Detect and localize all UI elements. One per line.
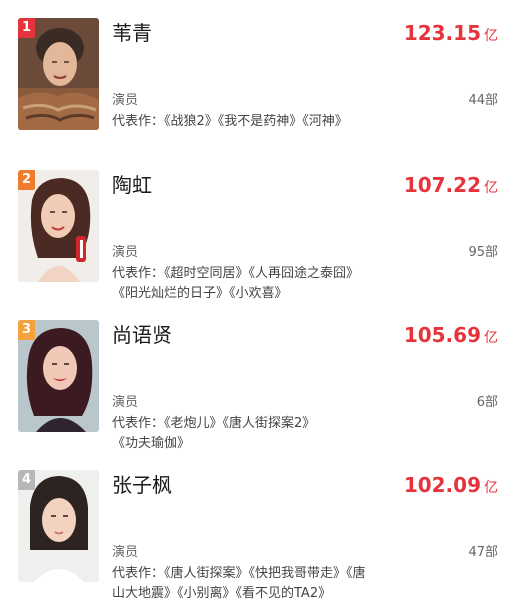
film-count: 95部 [468,245,498,260]
actor-role: 演员 [112,93,139,108]
box-office-unit: 亿 [484,28,498,44]
film-count: 47部 [468,545,498,560]
ranking-item[interactable]: 4 张子枫 102.09 亿 演员 47部 代表作：《唐人街探案》《快把我哥带走》… [0,452,516,601]
actor-name[interactable]: 尚语贤 [112,322,172,348]
box-office-unit: 亿 [484,480,498,496]
representative-works: 代表作：《战狼2》《我不是药神》《河神》 [112,114,348,129]
rank-badge: 1 [18,18,35,38]
rank-badge: 3 [18,320,35,340]
actor-name[interactable]: 张子枫 [112,472,172,498]
representative-works: 代表作：《唐人街探案》《快把我哥带走》《唐 山大地震》《小别离》《看不见的TA2… [112,566,366,601]
box-office-unit: 亿 [484,330,498,346]
actor-photo[interactable]: 2 [18,170,99,282]
box-office-value: 102.09 [403,473,481,497]
actor-role: 演员 [112,545,139,560]
box-office-value: 123.15 [403,21,481,45]
representative-works: 代表作：《老炮儿》《唐人街探案2》 《功夫瑜伽》 [112,416,316,451]
rank-badge: 2 [18,170,35,190]
box-office-value: 107.22 [403,173,481,197]
rank-badge: 4 [18,470,35,490]
actor-role: 演员 [112,395,139,410]
ranking-item[interactable]: 1 苇青 123.15 亿 演员 44部 代表作：《战狼2》《我不是药神》《河神》 [0,0,516,130]
film-count: 6部 [476,395,498,410]
actor-role: 演员 [112,245,139,260]
box-office-value: 105.69 [403,323,481,347]
box-office: 102.09 亿 [404,472,498,498]
box-office: 123.15 亿 [404,20,498,46]
ranking-item[interactable]: 2 陶虹 107.22 亿 演员 95部 代表作：《超时空同居》《人再囧途之泰囧》… [0,152,516,301]
ranking-item[interactable]: 3 尚语贤 105.69 亿 演员 6部 代表作：《老炮儿》《唐人街探案2》 《功… [0,302,516,451]
actor-photo[interactable]: 3 [18,320,99,432]
actor-photo[interactable]: 4 [18,470,99,582]
film-count: 44部 [468,93,498,108]
representative-works: 代表作：《超时空同居》《人再囧途之泰囧》 《阳光灿烂的日子》《小欢喜》 [112,266,360,301]
box-office: 107.22 亿 [404,172,498,198]
box-office-unit: 亿 [484,180,498,196]
actor-name[interactable]: 苇青 [112,20,152,46]
actor-photo[interactable]: 1 [18,18,99,130]
box-office: 105.69 亿 [404,322,498,348]
actor-name[interactable]: 陶虹 [112,172,152,198]
